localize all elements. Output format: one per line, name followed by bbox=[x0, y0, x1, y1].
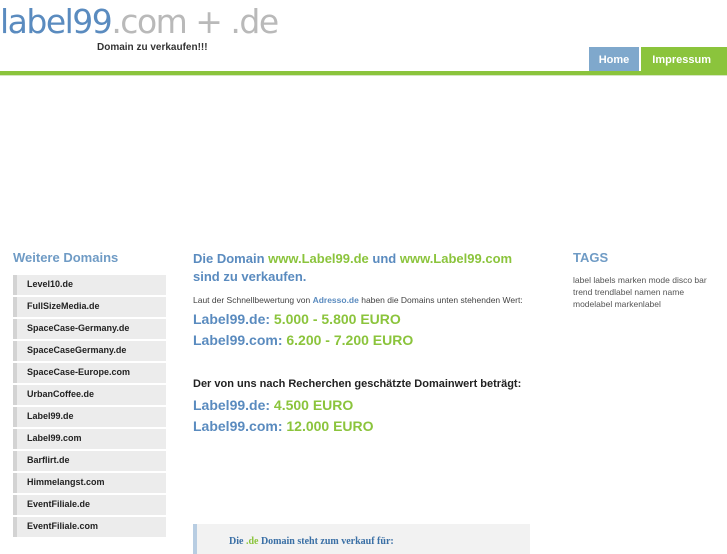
main-content: Die Domain www.Label99.de und www.Label9… bbox=[193, 250, 533, 554]
sidebar-item-spacecase-germany-de[interactable]: SpaceCase-Germany.de bbox=[13, 319, 166, 339]
price-domain: Label99.com: bbox=[193, 332, 283, 348]
logo-main: label99 bbox=[0, 2, 113, 41]
header-divider-shadow bbox=[0, 75, 727, 76]
valuation-text-prefix: Laut der Schnellbewertung von bbox=[193, 295, 313, 305]
price-domain: Label99.de: bbox=[193, 397, 271, 413]
valuation-text: Laut der Schnellbewertung von Adresso.de… bbox=[193, 294, 533, 306]
sidebar-item-eventfiliale-de[interactable]: EventFiliale.de bbox=[13, 495, 166, 515]
heading-suffix: sind zu verkaufen. bbox=[193, 269, 307, 284]
sidebar-item-label99-de[interactable]: Label99.de bbox=[13, 407, 166, 427]
valuation-text-suffix: haben die Domains unten stehenden Wert: bbox=[358, 295, 523, 305]
sale-box-suffix: Domain steht zum verkauf für: bbox=[258, 536, 394, 547]
site-logo[interactable]: label99.com + .de bbox=[0, 2, 279, 42]
heading-prefix: Die Domain bbox=[193, 251, 269, 266]
domain-list: Level10.de FullSizeMedia.de SpaceCase-Ge… bbox=[13, 275, 166, 537]
price-value: 12.000 EURO bbox=[286, 418, 374, 434]
site-tagline: Domain zu verkaufen!!! bbox=[97, 42, 208, 53]
sidebar-item-barflirt-de[interactable]: Barflirt.de bbox=[13, 451, 166, 471]
sale-box-text: Die .de Domain steht zum verkauf für: bbox=[229, 536, 394, 547]
price-row: Label99.com: 6.200 - 7.200 EURO bbox=[193, 330, 533, 351]
nav-impressum-tab[interactable]: Impressum bbox=[641, 47, 727, 71]
sidebar-item-eventfiliale-com[interactable]: EventFiliale.com bbox=[13, 517, 166, 537]
sidebar-item-label99-com[interactable]: Label99.com bbox=[13, 429, 166, 449]
price-value: 4.500 EURO bbox=[273, 397, 354, 413]
estimate-heading: Der von uns nach Recherchen geschätzte D… bbox=[193, 378, 522, 390]
sale-box-prefix: Die bbox=[229, 536, 246, 547]
nav-home-tab[interactable]: Home bbox=[588, 47, 640, 71]
sidebar-item-himmelangst-com[interactable]: Himmelangst.com bbox=[13, 473, 166, 493]
price-value: 5.000 - 5.800 EURO bbox=[273, 311, 401, 327]
price-row: Label99.com: 12.000 EURO bbox=[193, 416, 533, 437]
tags-title: TAGS bbox=[573, 250, 609, 265]
main-heading: Die Domain www.Label99.de und www.Label9… bbox=[193, 250, 533, 286]
heading-domain-de: www.Label99.de bbox=[268, 251, 369, 266]
logo-suffix: .com + .de bbox=[111, 2, 279, 41]
price-row: Label99.de: 5.000 - 5.800 EURO bbox=[193, 309, 533, 330]
tags-panel: TAGS label labels marken mode disco bar … bbox=[573, 250, 718, 310]
price-value: 6.200 - 7.200 EURO bbox=[286, 332, 414, 348]
heading-connector: und bbox=[368, 251, 400, 266]
adresso-link[interactable]: Adresso.de bbox=[313, 295, 359, 305]
site-header: label99.com + .de Domain zu verkaufen!!!… bbox=[0, 0, 727, 76]
valuation-prices: Label99.de: 5.000 - 5.800 EURO Label99.c… bbox=[193, 309, 533, 351]
sidebar-item-spacecasegermany-de[interactable]: SpaceCaseGermany.de bbox=[13, 341, 166, 361]
price-domain: Label99.com: bbox=[193, 418, 283, 434]
sidebar-item-level10-de[interactable]: Level10.de bbox=[13, 275, 166, 295]
sidebar-item-spacecase-europe-com[interactable]: SpaceCase-Europe.com bbox=[13, 363, 166, 383]
sidebar: Weitere Domains Level10.de FullSizeMedia… bbox=[13, 250, 166, 539]
sidebar-item-fullsizemedia-de[interactable]: FullSizeMedia.de bbox=[13, 297, 166, 317]
estimate-prices: Label99.de: 4.500 EURO Label99.com: 12.0… bbox=[193, 395, 533, 437]
sale-box: Die .de Domain steht zum verkauf für: bbox=[193, 524, 530, 554]
heading-domain-com: www.Label99.com bbox=[399, 251, 513, 266]
main-nav: Home Impressum bbox=[587, 47, 727, 71]
sidebar-title: Weitere Domains bbox=[13, 250, 119, 265]
sale-box-accent: .de bbox=[245, 536, 259, 547]
sidebar-item-urbancoffee-de[interactable]: UrbanCoffee.de bbox=[13, 385, 166, 405]
price-row: Label99.de: 4.500 EURO bbox=[193, 395, 533, 416]
tags-text: label labels marken mode disco bar trend… bbox=[573, 275, 707, 309]
price-domain: Label99.de: bbox=[193, 311, 271, 327]
